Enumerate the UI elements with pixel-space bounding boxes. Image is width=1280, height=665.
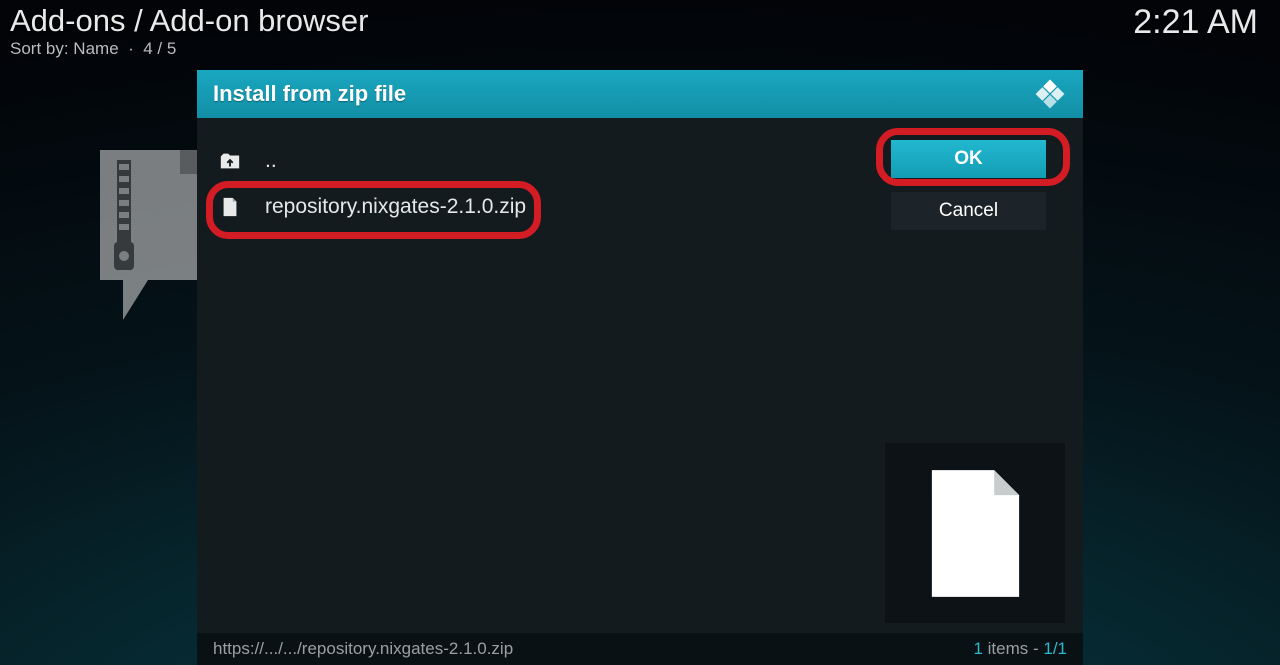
file-icon: [219, 196, 241, 218]
list-position: 4 / 5: [143, 39, 176, 58]
ok-button[interactable]: OK: [891, 140, 1046, 178]
dialog-titlebar: Install from zip file: [197, 70, 1083, 118]
file-preview: [885, 443, 1065, 623]
file-list: .. repository.nixgates-2.1.0.zip: [197, 118, 867, 665]
zip-icon: [92, 150, 212, 330]
dialog-footer: https://.../.../repository.nixgates-2.1.…: [197, 633, 1083, 665]
parent-folder-row[interactable]: ..: [197, 138, 867, 184]
file-name: repository.nixgates-2.1.0.zip: [265, 195, 526, 219]
header: Add-ons / Add-on browser Sort by: Name ·…: [10, 3, 1270, 59]
cancel-button[interactable]: Cancel: [891, 192, 1046, 230]
folder-up-icon: [219, 150, 241, 172]
footer-count: 1 items - 1/1: [973, 639, 1067, 659]
breadcrumb: Add-ons / Add-on browser: [10, 3, 1270, 39]
footer-path: https://.../.../repository.nixgates-2.1.…: [213, 639, 973, 659]
dialog-body: .. repository.nixgates-2.1.0.zip OK Canc…: [197, 118, 1083, 665]
parent-folder-label: ..: [265, 149, 277, 173]
dialog-title: Install from zip file: [213, 81, 406, 107]
sort-label: Sort by: Name: [10, 39, 119, 58]
sort-line: Sort by: Name · 4 / 5: [10, 39, 1270, 59]
kodi-logo-icon: [1033, 77, 1067, 111]
clock: 2:21 AM: [1133, 3, 1258, 42]
install-dialog: Install from zip file ..: [197, 70, 1083, 665]
file-preview-icon: [923, 466, 1028, 601]
file-row[interactable]: repository.nixgates-2.1.0.zip: [197, 184, 867, 230]
